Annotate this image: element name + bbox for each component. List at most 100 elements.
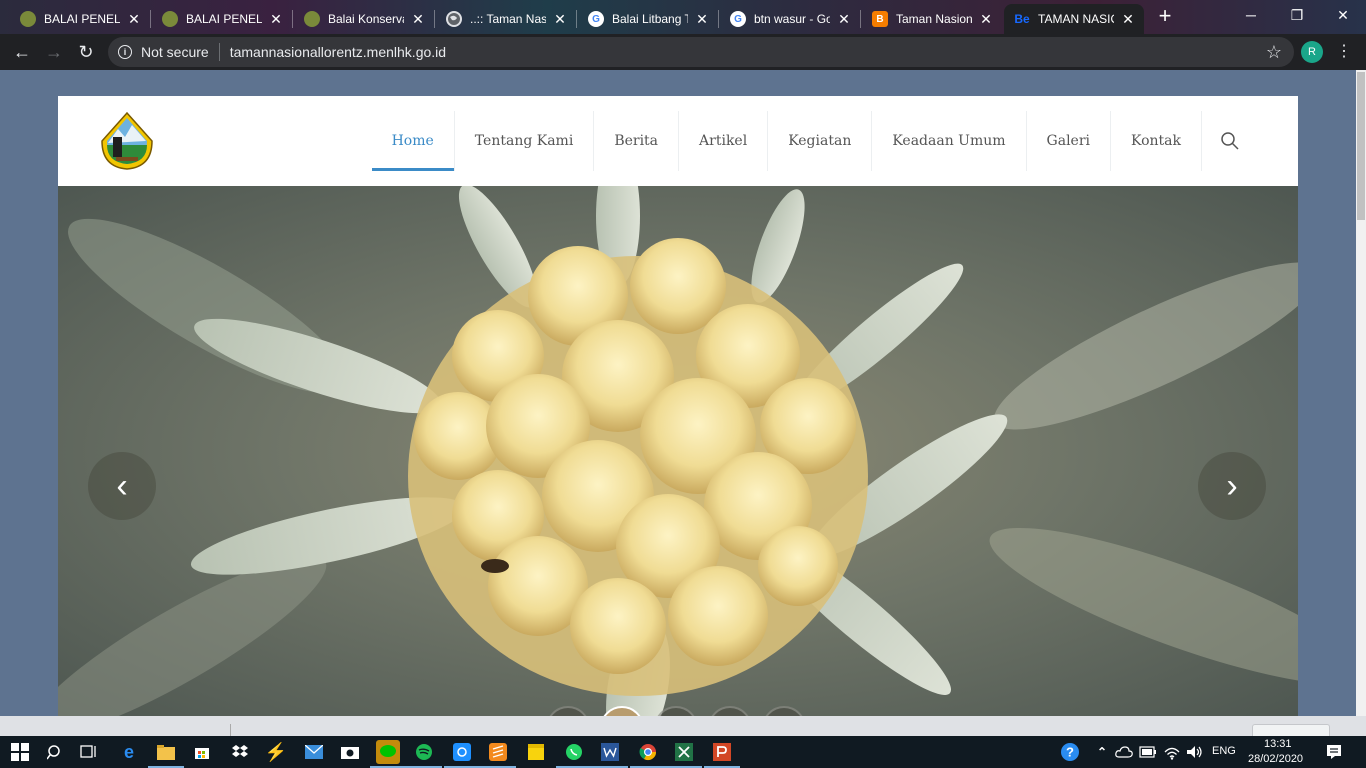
close-window-button[interactable]: ✕ bbox=[1320, 0, 1366, 30]
browser-toolbar: ← → ↻ i Not secure tamannasionallorentz.… bbox=[0, 34, 1366, 70]
address-bar[interactable]: i Not secure tamannasionallorentz.menlhk… bbox=[108, 37, 1294, 67]
tab-title: btn wasur - Go bbox=[754, 12, 830, 26]
edge-icon[interactable]: e bbox=[117, 740, 141, 764]
chevron-left-icon: ‹ bbox=[116, 467, 128, 505]
tab-close-icon[interactable]: ✕ bbox=[126, 11, 142, 28]
slider-dot[interactable] bbox=[654, 706, 698, 716]
sticky-notes-icon[interactable] bbox=[524, 740, 548, 764]
chevron-up-icon[interactable]: ⌃ bbox=[1090, 740, 1114, 764]
notification-center-icon[interactable] bbox=[1322, 740, 1346, 764]
download-shelf bbox=[0, 716, 1366, 736]
info-icon[interactable]: i bbox=[118, 45, 132, 59]
globe-icon bbox=[446, 11, 462, 27]
profile-avatar[interactable]: R bbox=[1301, 41, 1323, 63]
agency-emblem-icon bbox=[304, 11, 320, 27]
excel-icon[interactable] bbox=[666, 740, 702, 768]
powerpoint-icon[interactable] bbox=[704, 740, 740, 768]
store-icon[interactable] bbox=[190, 740, 214, 764]
camera-icon[interactable] bbox=[338, 740, 362, 764]
tab-close-icon[interactable]: ✕ bbox=[552, 11, 568, 28]
nav-keadaan-umum[interactable]: Keadaan Umum bbox=[872, 111, 1027, 171]
new-tab-button[interactable]: + bbox=[1154, 5, 1176, 28]
browser-tab-active[interactable]: Be TAMAN NASIO ✕ bbox=[1004, 4, 1144, 34]
slider-dot-active[interactable] bbox=[600, 706, 644, 716]
url-text[interactable]: tamannasionallorentz.menlhk.go.id bbox=[230, 44, 446, 60]
tab-close-icon[interactable]: ✕ bbox=[836, 11, 852, 28]
tab-title: ..:: Taman Nasio bbox=[470, 12, 546, 26]
battery-icon[interactable] bbox=[1136, 740, 1160, 764]
nav-kontak[interactable]: Kontak bbox=[1111, 111, 1202, 171]
nav-berita[interactable]: Berita bbox=[594, 111, 680, 171]
agency-emblem-icon bbox=[162, 11, 178, 27]
browser-tab[interactable]: BALAI PENELIT ✕ bbox=[152, 4, 292, 34]
mail-icon[interactable] bbox=[302, 740, 326, 764]
line-app-icon[interactable] bbox=[370, 740, 406, 768]
browser-tab[interactable]: G btn wasur - Go ✕ bbox=[720, 4, 860, 34]
slider-dot[interactable] bbox=[762, 706, 806, 716]
windows-taskbar: e ⚡ ? ⌃ ENG 13:31 28/02/2020 bbox=[0, 736, 1366, 768]
taman-nasional-lorentz-logo[interactable] bbox=[98, 111, 156, 171]
slider-next-button[interactable]: › bbox=[1198, 452, 1266, 520]
tab-title: Balai Konserva bbox=[328, 12, 404, 26]
blue-app-icon[interactable] bbox=[444, 740, 480, 768]
slider-dot[interactable] bbox=[708, 706, 752, 716]
tab-close-icon[interactable]: ✕ bbox=[1120, 11, 1136, 28]
help-icon[interactable]: ? bbox=[1058, 740, 1082, 764]
browser-tab[interactable]: B Taman Nasion ✕ bbox=[862, 4, 1002, 34]
windows-start-icon[interactable] bbox=[8, 740, 32, 764]
word-icon[interactable] bbox=[592, 740, 628, 768]
nav-home[interactable]: Home bbox=[371, 111, 455, 171]
nav-tentang-kami[interactable]: Tentang Kami bbox=[455, 111, 595, 171]
show-all-button[interactable] bbox=[1252, 724, 1330, 736]
site-header: Home Tentang Kami Berita Artikel Kegiata… bbox=[58, 96, 1298, 186]
search-icon[interactable] bbox=[43, 740, 67, 764]
minimize-button[interactable]: ─ bbox=[1228, 0, 1274, 30]
browser-tab[interactable]: G Balai Litbang T ✕ bbox=[578, 4, 718, 34]
clock-time[interactable]: 13:31 bbox=[1264, 738, 1292, 750]
lightning-app-icon[interactable]: ⚡ bbox=[264, 740, 288, 764]
scrollbar-thumb[interactable] bbox=[1357, 72, 1365, 220]
nav-kegiatan[interactable]: Kegiatan bbox=[768, 111, 873, 171]
bookmark-star-icon[interactable]: ☆ bbox=[1266, 42, 1282, 63]
tab-close-icon[interactable]: ✕ bbox=[410, 11, 426, 28]
back-button[interactable]: ← bbox=[10, 40, 34, 64]
slider-dot[interactable] bbox=[546, 706, 590, 716]
browser-tab[interactable]: BALAI PENELIT ✕ bbox=[10, 4, 150, 34]
main-navigation: Home Tentang Kami Berita Artikel Kegiata… bbox=[371, 96, 1258, 186]
search-icon[interactable] bbox=[1202, 111, 1258, 171]
tab-title: TAMAN NASIO bbox=[1038, 12, 1114, 26]
nav-artikel[interactable]: Artikel bbox=[679, 111, 769, 171]
reload-button[interactable]: ↻ bbox=[74, 40, 98, 64]
behance-icon: Be bbox=[1014, 12, 1030, 26]
google-icon: G bbox=[730, 11, 746, 27]
file-explorer-icon[interactable] bbox=[148, 740, 184, 768]
cloud-sync-icon[interactable] bbox=[1112, 740, 1136, 764]
google-icon: G bbox=[588, 11, 604, 27]
chevron-right-icon: › bbox=[1226, 467, 1238, 505]
whatsapp-icon[interactable] bbox=[556, 740, 592, 768]
browser-tab[interactable]: Balai Konserva ✕ bbox=[294, 4, 434, 34]
tab-close-icon[interactable]: ✕ bbox=[978, 11, 994, 28]
chrome-menu-icon[interactable]: ⋮ bbox=[1336, 42, 1352, 62]
tab-close-icon[interactable]: ✕ bbox=[268, 11, 284, 28]
clock-date[interactable]: 28/02/2020 bbox=[1248, 753, 1303, 765]
omnibox-divider bbox=[218, 43, 220, 61]
dropbox-icon[interactable] bbox=[228, 740, 252, 764]
chrome-icon[interactable] bbox=[630, 740, 666, 768]
spotify-icon[interactable] bbox=[406, 740, 442, 768]
forward-button[interactable]: → bbox=[42, 40, 66, 64]
security-label[interactable]: Not secure bbox=[141, 44, 209, 60]
tab-divider bbox=[718, 10, 719, 28]
flower-photo bbox=[58, 186, 1298, 716]
slider-prev-button[interactable]: ‹ bbox=[88, 452, 156, 520]
nav-galeri[interactable]: Galeri bbox=[1027, 111, 1112, 171]
page-viewport: Home Tentang Kami Berita Artikel Kegiata… bbox=[0, 70, 1356, 716]
sublime-text-icon[interactable] bbox=[480, 740, 516, 768]
restore-button[interactable]: ❐ bbox=[1274, 0, 1320, 30]
volume-icon[interactable] bbox=[1183, 740, 1207, 764]
tab-close-icon[interactable]: ✕ bbox=[694, 11, 710, 28]
wifi-icon[interactable] bbox=[1160, 740, 1184, 764]
browser-tab[interactable]: ..:: Taman Nasio ✕ bbox=[436, 4, 576, 34]
language-indicator[interactable]: ENG bbox=[1212, 745, 1236, 757]
task-view-icon[interactable] bbox=[77, 740, 101, 764]
